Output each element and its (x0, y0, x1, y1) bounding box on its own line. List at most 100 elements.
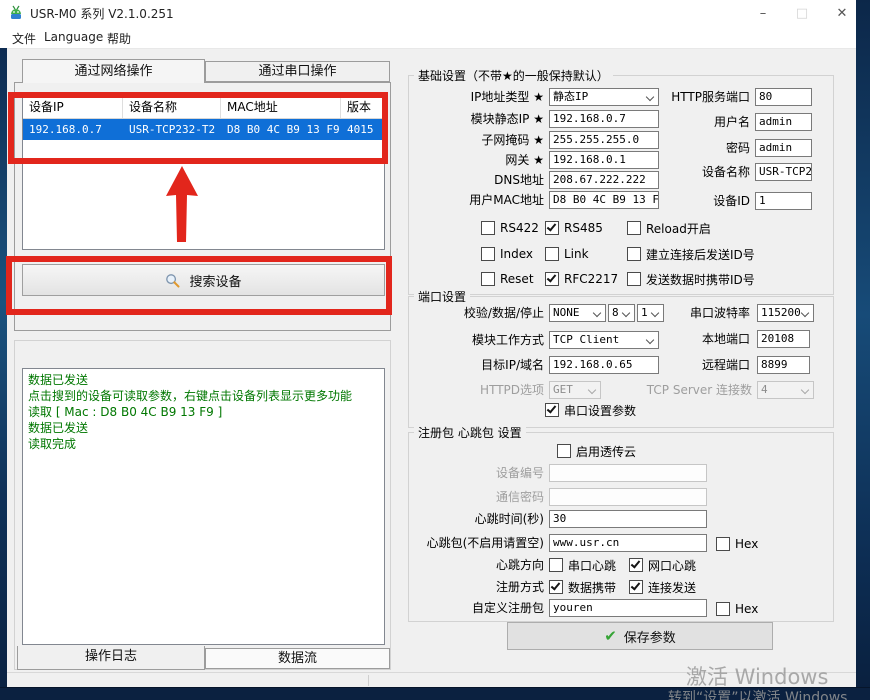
app-icon (8, 5, 24, 21)
work-mode-select[interactable]: TCP Client (549, 331, 659, 349)
send-id-on-connect-checkbox[interactable]: 建立连接后发送ID号 (627, 246, 755, 262)
checkbox-box (627, 221, 641, 235)
checkbox-label: 发送数据时携带ID号 (646, 271, 755, 288)
rs422-checkbox[interactable]: RS422 (481, 220, 539, 236)
data-bits-select[interactable]: 8 (608, 304, 635, 322)
static-ip-field[interactable]: 192.168.0.7 (549, 110, 659, 128)
reload-checkbox[interactable]: Reload开启 (627, 220, 711, 236)
remote-port-field[interactable]: 8899 (757, 356, 810, 374)
tab-operation-log[interactable]: 操作日志 (17, 646, 205, 670)
window-title: USR-M0 系列 V2.1.0.251 (30, 5, 174, 22)
custom-hex-checkbox[interactable]: Hex (716, 601, 758, 617)
checkbox-box (549, 558, 563, 572)
check-icon: ✔ (604, 627, 617, 645)
log-line: 点击搜到的设备可读取参数，右键点击设备列表显示更多功能 (28, 388, 379, 404)
tab-network-operation[interactable]: 通过网络操作 (22, 59, 205, 83)
register-heartbeat-title: 注册包 心跳包 设置 (414, 424, 526, 441)
checkbox-box (716, 602, 730, 616)
cloud-enable-checkbox[interactable]: 启用透传云 (557, 443, 636, 459)
rfc2217-checkbox[interactable]: RFC2217 (545, 271, 618, 287)
checkbox-box (481, 247, 495, 261)
annotation-rect-device-row (8, 92, 388, 164)
register-mode-label: 注册方式 (402, 578, 544, 596)
minimize-button[interactable]: – (745, 0, 781, 26)
ip-type-select[interactable]: 静态IP (549, 88, 659, 106)
gateway-label: 网关 ★ (402, 151, 544, 169)
checkbox-box (627, 272, 641, 286)
device-name-field[interactable]: USR-TCP23 (755, 163, 812, 181)
subnet-mask-field[interactable]: 255.255.255.0 (549, 131, 659, 149)
checkbox-label: 网口心跳 (648, 557, 696, 574)
title-bar: USR-M0 系列 V2.1.0.251 – □ ✕ (0, 0, 856, 26)
serial-params-checkbox[interactable]: 串口设置参数 (545, 402, 636, 418)
target-ip-field[interactable]: 192.168.0.65 (549, 356, 659, 374)
checkbox-label: RS485 (564, 221, 603, 235)
log-output[interactable]: 数据已发送 点击搜到的设备可读取参数，右键点击设备列表显示更多功能 读取 [ M… (22, 368, 385, 645)
net-heartbeat-checkbox[interactable]: 网口心跳 (629, 557, 696, 573)
ip-type-label: IP地址类型 ★ (402, 88, 544, 106)
custom-register-packet-field[interactable]: youren (549, 599, 707, 617)
checkbox-box (629, 580, 643, 594)
local-port-field[interactable]: 20108 (757, 330, 810, 348)
checkbox-box (545, 272, 559, 286)
device-name-label: 设备名称 (650, 163, 750, 181)
reset-checkbox[interactable]: Reset (481, 271, 534, 287)
save-params-button[interactable]: ✔ 保存参数 (507, 622, 773, 650)
http-port-label: HTTP服务端口 (650, 88, 750, 106)
desktop-edge-left (0, 48, 7, 687)
remote-port-label: 远程端口 (650, 356, 750, 374)
checkbox-label: Hex (735, 537, 758, 551)
baud-rate-select[interactable]: 115200 (757, 304, 814, 322)
heartbeat-packet-label: 心跳包(不启用请置空) (402, 534, 544, 552)
user-mac-field[interactable]: D8 B0 4C B9 13 F9 (549, 191, 659, 209)
serial-heartbeat-checkbox[interactable]: 串口心跳 (549, 557, 616, 573)
maximize-button[interactable]: □ (784, 0, 820, 26)
basic-settings-title: 基础设置（不带★的一般保持默认） (414, 67, 613, 84)
desktop-edge-right (856, 0, 870, 700)
link-checkbox[interactable]: Link (545, 246, 589, 262)
custom-register-packet-label: 自定义注册包 (402, 599, 544, 617)
subnet-mask-label: 子网掩码 ★ (402, 131, 544, 149)
close-button[interactable]: ✕ (824, 0, 860, 26)
checkbox-box (716, 537, 730, 551)
tab-serial-operation[interactable]: 通过串口操作 (205, 61, 390, 82)
tcp-server-connections-select: 4 (757, 381, 814, 399)
checkbox-label: 建立连接后发送ID号 (646, 246, 755, 263)
device-number-field (549, 464, 707, 482)
dns-field[interactable]: 208.67.222.222 (549, 171, 659, 189)
checkbox-label: RS422 (500, 221, 539, 235)
heartbeat-hex-checkbox[interactable]: Hex (716, 536, 758, 552)
checkbox-box (545, 403, 559, 417)
heartbeat-packet-field[interactable]: www.usr.cn (549, 534, 707, 552)
comm-password-field (549, 488, 707, 506)
index-checkbox[interactable]: Index (481, 246, 533, 262)
username-field[interactable]: admin (755, 113, 812, 131)
log-line: 数据已发送 (28, 420, 379, 436)
send-id-with-data-checkbox[interactable]: 发送数据时携带ID号 (627, 271, 755, 287)
username-label: 用户名 (650, 113, 750, 131)
password-field[interactable]: admin (755, 139, 812, 157)
password-label: 密码 (650, 139, 750, 157)
data-carry-checkbox[interactable]: 数据携带 (549, 579, 616, 595)
tab-data-stream[interactable]: 数据流 (205, 648, 390, 669)
comm-password-label: 通信密码 (402, 488, 544, 506)
rs485-checkbox[interactable]: RS485 (545, 220, 603, 236)
connect-send-checkbox[interactable]: 连接发送 (629, 579, 696, 595)
device-id-label: 设备ID (650, 192, 750, 210)
checkbox-label: Reset (500, 272, 534, 286)
heartbeat-time-field[interactable]: 30 (549, 510, 707, 528)
user-mac-label: 用户MAC地址 (402, 191, 544, 209)
menu-item-help[interactable]: 帮助 (103, 28, 135, 49)
http-port-field[interactable]: 80 (755, 88, 812, 106)
baud-rate-label: 串口波特率 (650, 304, 750, 322)
menu-item-language[interactable]: Language (40, 28, 107, 46)
menu-item-file[interactable]: 文件 (8, 28, 40, 49)
parity-select[interactable]: NONE (549, 304, 606, 322)
checkbox-label: 启用透传云 (576, 443, 636, 460)
checkbox-label: 数据携带 (568, 579, 616, 596)
device-id-field[interactable]: 1 (755, 192, 812, 210)
checkbox-box (545, 221, 559, 235)
save-button-label: 保存参数 (624, 627, 676, 646)
gateway-field[interactable]: 192.168.0.1 (549, 151, 659, 169)
status-bar-divider (368, 675, 369, 686)
